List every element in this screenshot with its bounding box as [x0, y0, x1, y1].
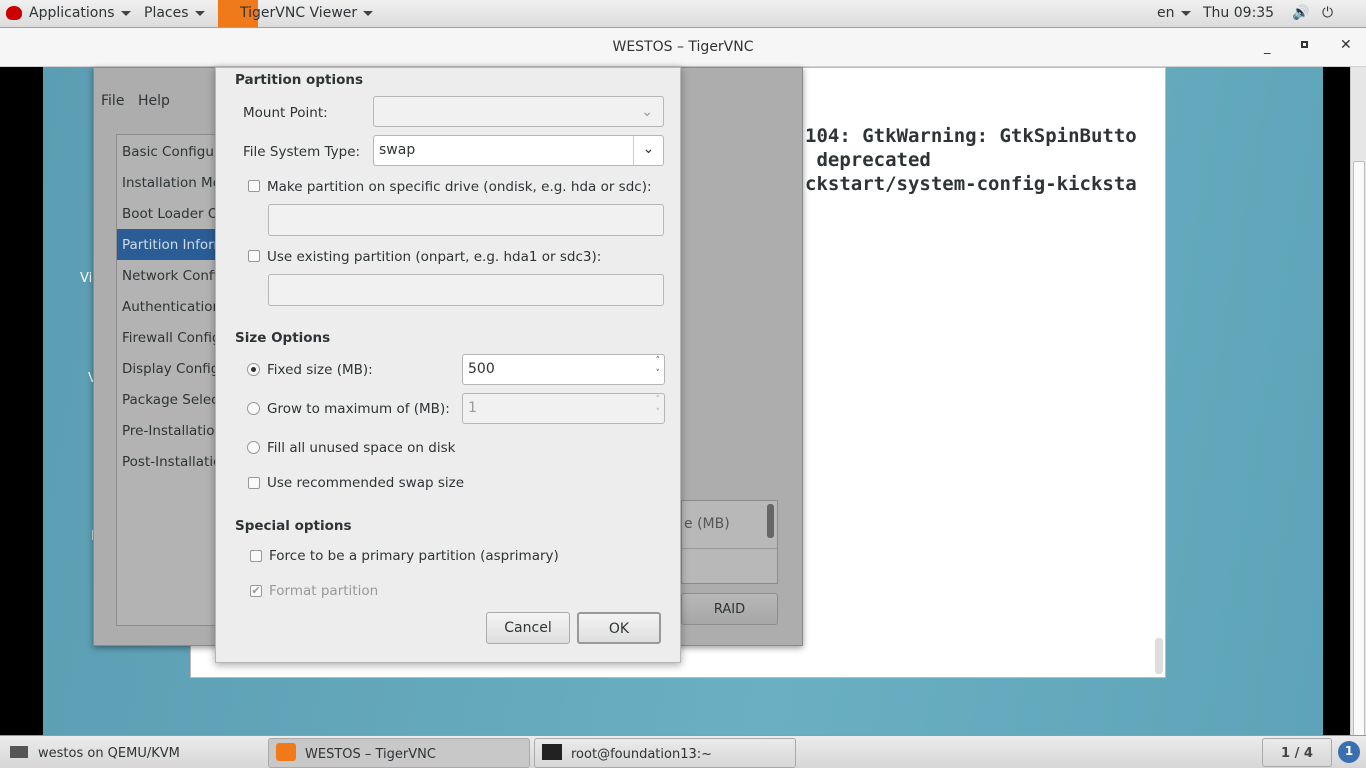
task-westos-kvm[interactable]: westos on QEMU/KVM: [2, 738, 262, 768]
vm-icon: [10, 746, 28, 758]
fill-radio[interactable]: [247, 441, 260, 454]
terminal-line: deprecated: [805, 149, 931, 171]
format-checkbox[interactable]: ✔: [250, 585, 262, 597]
primary-checkbox[interactable]: [250, 550, 262, 562]
partition-options-dialog: Partition options Mount Point: ⌄ File Sy…: [215, 67, 681, 663]
window-titlebar: WESTOS – TigerVNC _ ✕: [0, 28, 1366, 67]
fixed-size-spin[interactable]: 500 ˄ ˅: [462, 354, 665, 385]
section-item[interactable]: Pre-Installation: [117, 415, 225, 446]
vertical-scrollbar[interactable]: [1350, 67, 1366, 757]
clock[interactable]: Thu 09:35: [1203, 5, 1274, 21]
partition-options-heading: Partition options: [235, 72, 363, 88]
task-label: root@foundation13:~: [571, 747, 713, 762]
close-button[interactable]: ✕: [1340, 37, 1352, 53]
chevron-down-icon: ⌄: [641, 104, 653, 120]
spin-arrows-icon[interactable]: ˄ ˅: [656, 394, 661, 420]
grow-label: Grow to maximum of (MB):: [267, 401, 450, 417]
spin-arrows-icon[interactable]: ˄ ˅: [656, 355, 661, 381]
mount-point-combo[interactable]: ⌄: [373, 96, 664, 127]
workspace-switcher[interactable]: 1 / 4: [1262, 738, 1332, 767]
recommended-swap-label: Use recommended swap size: [267, 475, 465, 491]
terminal-line: 104: GtkWarning: GtkSpinButto: [805, 125, 1137, 147]
fixed-size-label: Fixed size (MB):: [267, 362, 373, 378]
section-item[interactable]: Firewall Config: [117, 322, 225, 353]
tigervnc-icon: [276, 743, 296, 761]
table-scrollbar[interactable]: [767, 504, 774, 538]
fixed-size-radio[interactable]: [247, 363, 260, 376]
ok-button[interactable]: OK: [577, 612, 661, 644]
task-tigervnc[interactable]: WESTOS – TigerVNC: [268, 738, 530, 768]
fs-type-value: swap: [379, 142, 416, 158]
section-item[interactable]: Basic Configura: [117, 136, 225, 167]
table-header-size[interactable]: e (MB): [682, 501, 777, 549]
onpart-label: Use existing partition (onpart, e.g. hda…: [267, 249, 602, 265]
onpart-input[interactable]: [268, 274, 664, 306]
section-item[interactable]: Boot Loader Op: [117, 198, 225, 229]
chevron-down-icon: [194, 10, 205, 16]
grow-spin[interactable]: 1 ˄ ˅: [462, 393, 665, 424]
ondisk-checkbox[interactable]: [248, 180, 260, 192]
power-icon[interactable]: ⏻: [1322, 5, 1333, 21]
section-item[interactable]: Authentication: [117, 291, 225, 322]
language-label: en: [1157, 5, 1175, 21]
terminal-icon: [542, 744, 562, 760]
app-menu-label: TigerVNC Viewer: [240, 5, 358, 21]
mount-point-label: Mount Point:: [243, 105, 328, 121]
menu-help[interactable]: Help: [138, 93, 170, 109]
volume-icon[interactable]: 🔊: [1292, 5, 1309, 21]
grow-radio[interactable]: [247, 402, 260, 415]
section-item[interactable]: Network Confi: [117, 260, 225, 291]
redhat-logo-icon: [6, 6, 22, 20]
chevron-down-icon: [1180, 10, 1191, 16]
recommended-swap-checkbox[interactable]: [248, 477, 260, 489]
fs-type-combo[interactable]: swap ⌄: [373, 135, 664, 166]
section-item[interactable]: Post-Installatio: [117, 446, 225, 477]
places-menu[interactable]: Places: [144, 5, 205, 21]
notification-badge[interactable]: 1: [1338, 741, 1360, 763]
applications-label: Applications: [29, 5, 115, 21]
chevron-down-icon: [363, 10, 374, 16]
task-terminal[interactable]: root@foundation13:~: [534, 738, 796, 768]
grow-value: 1: [468, 400, 477, 416]
cancel-button[interactable]: Cancel: [486, 612, 570, 644]
fs-type-label: File System Type:: [243, 144, 361, 160]
fixed-size-value: 500: [468, 361, 495, 377]
desktop-icon-label: Vi: [80, 271, 93, 286]
onpart-checkbox[interactable]: [248, 250, 260, 262]
taskbar: westos on QEMU/KVM WESTOS – TigerVNC roo…: [0, 735, 1366, 768]
raid-button[interactable]: RAID: [681, 593, 778, 625]
task-label: WESTOS – TigerVNC: [305, 747, 436, 762]
section-item[interactable]: Partition Inform: [117, 229, 225, 260]
section-item[interactable]: Installation Me: [117, 167, 225, 198]
primary-label: Force to be a primary partition (asprima…: [269, 548, 559, 564]
ondisk-label: Make partition on specific drive (ondisk…: [267, 179, 652, 195]
special-options-heading: Special options: [235, 518, 352, 534]
partition-table[interactable]: e (MB): [681, 500, 778, 584]
language-menu[interactable]: en: [1157, 5, 1191, 21]
chevron-down-icon: ⌄: [633, 136, 663, 165]
terminal-scrollbar[interactable]: [1155, 638, 1163, 674]
minimize-button[interactable]: _: [1264, 40, 1271, 55]
section-list[interactable]: Basic Configura Installation Me Boot Loade…: [116, 134, 226, 626]
places-label: Places: [144, 5, 189, 21]
maximize-button[interactable]: [1301, 41, 1308, 48]
menu-file[interactable]: File: [101, 93, 124, 109]
window-title: WESTOS – TigerVNC: [612, 39, 754, 55]
fill-label: Fill all unused space on disk: [267, 440, 456, 456]
ondisk-input[interactable]: [268, 204, 664, 236]
format-label: Format partition: [269, 583, 379, 599]
chevron-down-icon: [120, 10, 131, 16]
top-bar: Applications Places TigerVNC Viewer en T…: [0, 0, 1366, 28]
size-options-heading: Size Options: [235, 330, 331, 346]
section-item[interactable]: Package Select: [117, 384, 225, 415]
task-label: westos on QEMU/KVM: [38, 746, 180, 761]
section-item[interactable]: Display Configu: [117, 353, 225, 384]
app-menu[interactable]: TigerVNC Viewer: [240, 5, 374, 21]
applications-menu[interactable]: Applications: [29, 5, 131, 21]
terminal-line: ckstart/system-config-kicksta: [805, 173, 1137, 195]
